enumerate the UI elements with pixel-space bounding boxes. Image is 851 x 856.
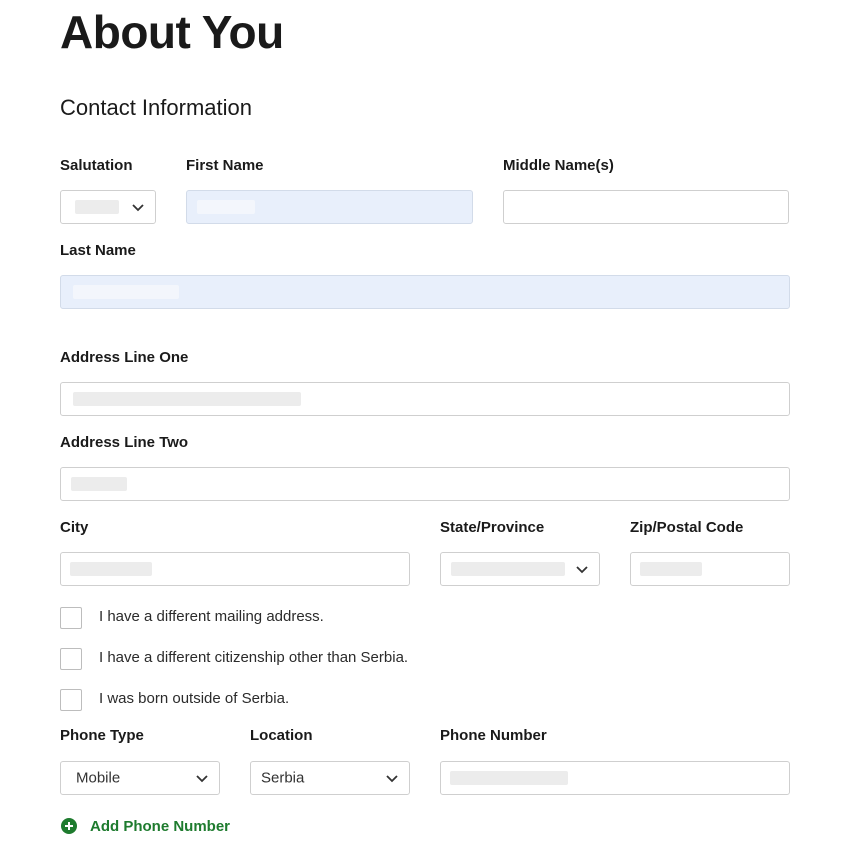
redacted-value	[450, 771, 568, 785]
chevron-down-icon	[386, 775, 398, 783]
zip-input[interactable]	[630, 552, 790, 586]
phone-number-label: Phone Number	[440, 727, 547, 744]
first-name-label: First Name	[186, 157, 264, 174]
redacted-value	[70, 562, 152, 576]
city-input[interactable]	[60, 552, 410, 586]
add-phone-button[interactable]: Add Phone Number	[61, 818, 230, 834]
redacted-value	[451, 562, 565, 576]
address-two-label: Address Line Two	[60, 434, 189, 451]
state-select[interactable]	[440, 552, 600, 586]
redacted-value	[640, 562, 702, 576]
redacted-value	[73, 392, 301, 406]
add-phone-label: Add Phone Number	[90, 817, 231, 835]
citizenship-checkbox[interactable]	[60, 648, 82, 670]
salutation-label: Salutation	[60, 157, 133, 174]
chevron-down-icon	[576, 566, 588, 574]
address-one-label: Address Line One	[60, 349, 189, 366]
phone-type-value: Mobile	[76, 769, 121, 787]
phone-number-input[interactable]	[440, 761, 790, 795]
location-select[interactable]: Serbia	[250, 761, 410, 795]
born-outside-checkbox[interactable]	[60, 689, 82, 711]
mailing-address-label: I have a different mailing address.	[99, 608, 324, 625]
middle-name-input[interactable]	[503, 190, 789, 224]
state-label: State/Province	[440, 519, 545, 536]
plus-circle-icon	[61, 818, 77, 834]
redacted-value	[75, 200, 119, 214]
phone-type-select[interactable]: Mobile	[60, 761, 220, 795]
chevron-down-icon	[196, 775, 208, 783]
middle-name-label: Middle Name(s)	[503, 157, 614, 174]
mailing-address-checkbox[interactable]	[60, 607, 82, 629]
last-name-input[interactable]	[60, 275, 790, 309]
address-one-input[interactable]	[60, 382, 790, 416]
page-title: About You	[60, 6, 284, 58]
redacted-value	[71, 477, 127, 491]
born-outside-label: I was born outside of Serbia.	[99, 690, 290, 707]
citizenship-label: I have a different citizenship other tha…	[99, 649, 409, 666]
location-value: Serbia	[261, 769, 305, 787]
phone-type-label: Phone Type	[60, 727, 144, 744]
zip-label: Zip/Postal Code	[630, 519, 744, 536]
last-name-label: Last Name	[60, 242, 136, 259]
redacted-value	[73, 285, 179, 299]
city-label: City	[60, 519, 89, 536]
salutation-select[interactable]	[60, 190, 156, 224]
redacted-value	[197, 200, 255, 214]
location-label: Location	[250, 727, 313, 744]
first-name-input[interactable]	[186, 190, 473, 224]
section-title: Contact Information	[60, 95, 252, 120]
chevron-down-icon	[132, 204, 144, 212]
address-two-input[interactable]	[60, 467, 790, 501]
